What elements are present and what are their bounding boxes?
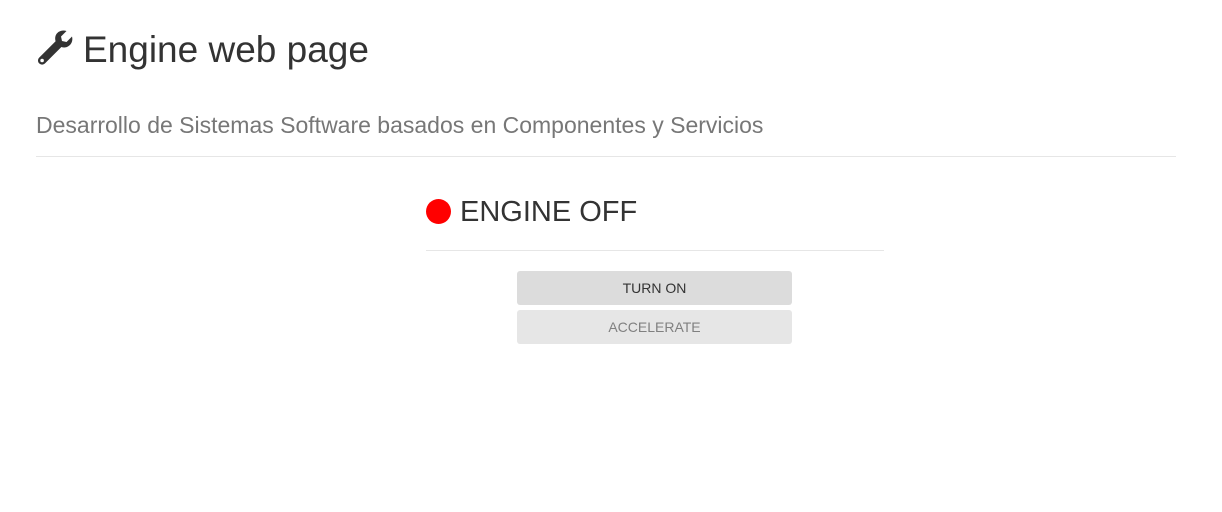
wrench-icon: [36, 28, 74, 66]
turn-on-button[interactable]: TURN ON: [517, 271, 792, 305]
accelerate-button[interactable]: ACCELERATE: [517, 310, 792, 344]
page-title: Engine web page: [83, 29, 369, 70]
header-divider: [36, 156, 1176, 157]
engine-status-text: ENGINE OFF: [460, 196, 638, 228]
engine-status: ENGINE OFF: [426, 196, 637, 229]
page-header: Engine web page: [36, 28, 369, 71]
page: Engine web page Desarrollo de Sistemas S…: [0, 0, 1222, 512]
page-subtitle: Desarrollo de Sistemas Software basados …: [36, 112, 764, 138]
status-divider: [426, 250, 884, 251]
status-indicator-icon: [426, 199, 451, 224]
